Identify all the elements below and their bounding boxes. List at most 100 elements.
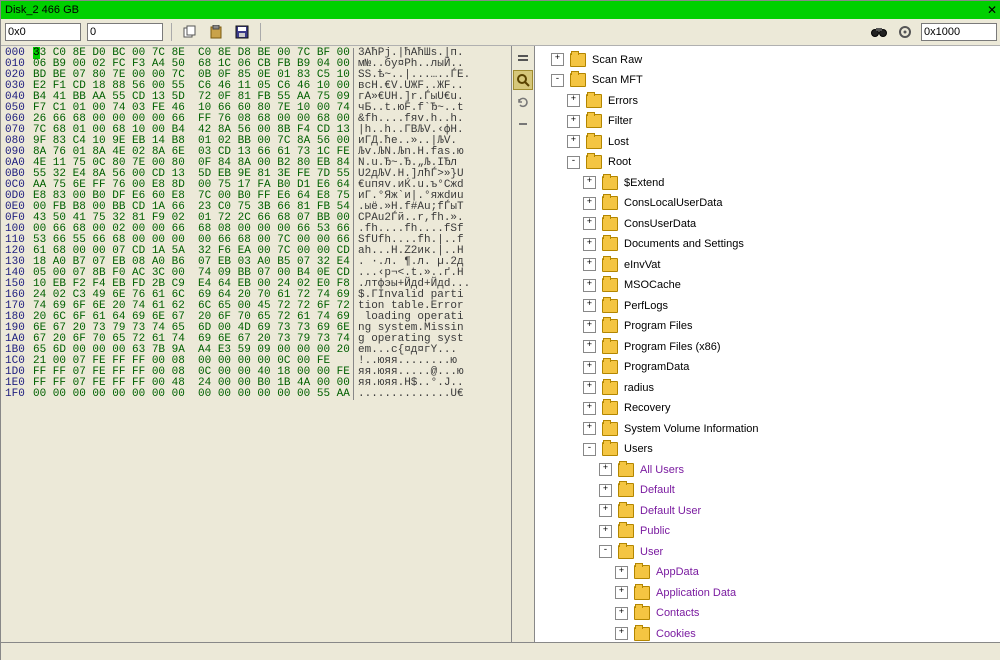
tree-label: MSOCache (624, 276, 681, 294)
tree-item[interactable]: +ProgramData (583, 358, 689, 376)
tree-label: PerfLogs (624, 297, 668, 315)
tree-item[interactable]: + ConsUserData (583, 215, 696, 233)
expand-icon[interactable]: + (567, 115, 580, 128)
hex-offset: 1F0 (5, 389, 33, 400)
separator (171, 23, 172, 41)
expand-icon[interactable]: + (583, 320, 596, 333)
title-bar[interactable]: Disk_2 466 GB ✕ (1, 1, 1000, 19)
expand-icon[interactable]: + (599, 504, 612, 517)
length-input[interactable] (87, 23, 163, 41)
settings-icon[interactable] (895, 23, 915, 41)
find-icon[interactable] (869, 23, 889, 41)
folder-icon (602, 278, 618, 292)
tree-label: $Extend (624, 174, 664, 192)
tree-item[interactable]: +Lost (567, 133, 629, 151)
folder-icon (570, 53, 586, 67)
tree-item[interactable]: +Application Data (615, 584, 736, 602)
close-icon[interactable]: ✕ (987, 1, 997, 19)
expand-icon[interactable]: + (551, 53, 564, 66)
tree-item[interactable]: +AppData (615, 563, 699, 581)
tool-search-icon[interactable] (513, 70, 533, 90)
tree-item[interactable]: +Recovery (583, 399, 670, 417)
expand-icon[interactable]: + (583, 340, 596, 353)
tree-label: Filter (608, 112, 632, 130)
folder-icon (602, 217, 618, 231)
tree-item[interactable]: - User (599, 543, 663, 561)
tree-item[interactable]: -Scan MFT (551, 71, 643, 89)
tree-item[interactable]: + PerfLogs (583, 297, 668, 315)
tree-label: eInvVat (624, 256, 661, 274)
expand-icon[interactable]: + (583, 299, 596, 312)
tree-item[interactable]: +radius (583, 379, 654, 397)
tree-label: System Volume Information (624, 420, 759, 438)
tool-equals-icon[interactable] (513, 48, 533, 68)
main-area: 00033 C0 8E D0 BC 00 7C 8E C0 8E D8 BE 0… (1, 46, 1000, 642)
collapse-icon[interactable]: - (599, 545, 612, 558)
hex-bytes[interactable]: 00 00 00 00 00 00 00 00 00 00 00 00 00 0… (33, 389, 353, 400)
expand-icon[interactable]: + (583, 258, 596, 271)
save-icon[interactable] (232, 23, 252, 41)
tree-item[interactable]: +Default User (599, 502, 701, 520)
tree-item[interactable]: + Filter (567, 112, 632, 130)
tool-refresh-icon[interactable] (513, 92, 533, 112)
side-toolbar (512, 46, 535, 642)
expand-icon[interactable]: + (583, 422, 596, 435)
collapse-icon[interactable]: - (567, 156, 580, 169)
expand-icon[interactable]: + (583, 238, 596, 251)
tree-item[interactable]: + System Volume Information (583, 420, 759, 438)
expand-icon[interactable]: + (599, 463, 612, 476)
tree-item[interactable]: + Program Files (583, 317, 692, 335)
tree-label: Program Files (624, 317, 692, 335)
tree-item[interactable]: +Errors (567, 92, 638, 110)
tree-label: User (640, 543, 663, 561)
tree-item[interactable]: + Documents and Settings (583, 235, 744, 253)
copy-icon[interactable] (180, 23, 200, 41)
expand-icon[interactable]: + (583, 381, 596, 394)
tool-minus-icon[interactable] (513, 114, 533, 134)
tree-item[interactable]: + $Extend (583, 174, 664, 192)
folder-icon (602, 176, 618, 190)
tree-item[interactable]: +Cookies (615, 625, 696, 643)
end-address-input[interactable] (921, 23, 997, 41)
tree-item[interactable]: + Contacts (615, 604, 699, 622)
tree-item[interactable]: -Root (567, 153, 631, 171)
expand-icon[interactable]: + (615, 627, 628, 640)
expand-icon[interactable]: + (567, 135, 580, 148)
tree-item[interactable]: + eInvVat (583, 256, 661, 274)
expand-icon[interactable]: + (583, 176, 596, 189)
tree-item[interactable]: + All Users (599, 461, 684, 479)
folder-icon (602, 381, 618, 395)
tree-item[interactable]: + Program Files (x86) (583, 338, 721, 356)
expand-icon[interactable]: + (583, 279, 596, 292)
expand-icon[interactable]: + (583, 361, 596, 374)
tree-label: Contacts (656, 604, 699, 622)
hex-dump[interactable]: 00033 C0 8E D0 BC 00 7C 8E C0 8E D8 BE 0… (1, 46, 511, 642)
tree-label: All Users (640, 461, 684, 479)
folder-icon (602, 360, 618, 374)
expand-icon[interactable]: + (583, 197, 596, 210)
tree-item[interactable]: +Public (599, 522, 670, 540)
expand-icon[interactable]: + (615, 607, 628, 620)
tree-item[interactable]: +ConsLocalUserData (583, 194, 722, 212)
tree-label: Documents and Settings (624, 235, 744, 253)
tree-item[interactable]: +Scan Raw (551, 51, 642, 69)
tree-label: Program Files (x86) (624, 338, 721, 356)
expand-icon[interactable]: + (615, 586, 628, 599)
collapse-icon[interactable]: - (551, 74, 564, 87)
tree-label: ConsUserData (624, 215, 696, 233)
paste-icon[interactable] (206, 23, 226, 41)
start-address-input[interactable] (5, 23, 81, 41)
toolbar (1, 19, 1000, 46)
expand-icon[interactable]: + (583, 402, 596, 415)
folder-icon (586, 94, 602, 108)
expand-icon[interactable]: + (615, 566, 628, 579)
expand-icon[interactable]: + (599, 484, 612, 497)
tree-item[interactable]: -Users (583, 440, 653, 458)
expand-icon[interactable]: + (567, 94, 580, 107)
tree-item[interactable]: + MSOCache (583, 276, 681, 294)
collapse-icon[interactable]: - (583, 443, 596, 456)
expand-icon[interactable]: + (599, 525, 612, 538)
tree-pane[interactable]: +Scan Raw -Scan MFT +Errors + Filter +Lost -Ro… (535, 46, 1000, 642)
expand-icon[interactable]: + (583, 217, 596, 230)
tree-item[interactable]: +Default (599, 481, 675, 499)
